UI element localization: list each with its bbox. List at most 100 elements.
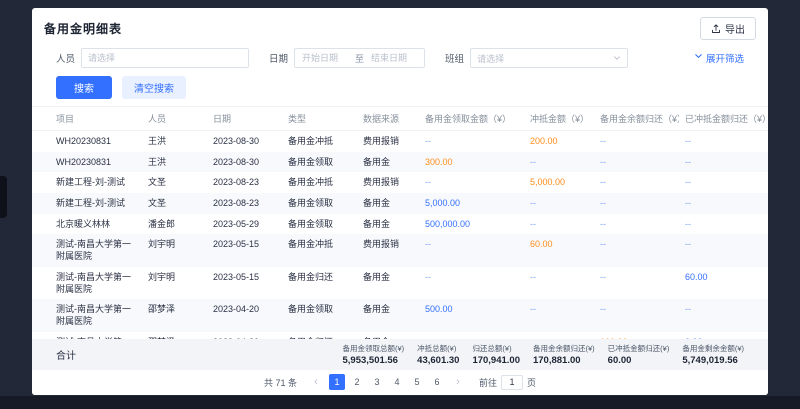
type-cell: 备用金归还: [282, 267, 357, 299]
table-row[interactable]: 新建工程-刘-测试文圣2023-08-23备用金领取备用金5,000.00---…: [32, 193, 768, 214]
date-end-input[interactable]: [368, 50, 420, 66]
source-cell: 费用报销: [357, 131, 419, 152]
person-cell: 邵梦泽: [142, 299, 207, 331]
export-button[interactable]: 导出: [700, 17, 756, 40]
amount-cell: --: [679, 193, 768, 214]
summary-item-label: 已冲抵金额归还(¥): [608, 343, 670, 354]
pagination: 共 71 条 ‹ 123456 › 前往 页: [32, 370, 768, 395]
amount-cell: 500.00: [419, 299, 524, 331]
page-button[interactable]: 1: [329, 374, 345, 390]
table-body: WH20230831王洪2023-08-30备用金冲抵费用报销--200.00-…: [32, 131, 768, 340]
summary-item: 已冲抵金额归还(¥)60.00: [608, 343, 670, 366]
type-cell: 备用金领取: [282, 152, 357, 173]
team-filter-label: 班组: [445, 51, 464, 65]
person-cell: 刘宇明: [142, 234, 207, 266]
page-button[interactable]: 6: [429, 374, 445, 390]
table-row[interactable]: WH20230831王洪2023-08-30备用金冲抵费用报销--200.00-…: [32, 131, 768, 152]
summary-item: 冲抵总额(¥)43,601.30: [417, 343, 459, 366]
amount-cell: 60.00: [524, 234, 594, 266]
source-cell: 备用金: [357, 193, 419, 214]
source-cell: 费用报销: [357, 172, 419, 193]
person-cell: 王洪: [142, 131, 207, 152]
type-cell: 备用金领取: [282, 193, 357, 214]
summary-item: 归还总额(¥)170,941.00: [472, 343, 520, 366]
search-button[interactable]: 搜索: [56, 76, 112, 99]
amount-cell: --: [419, 172, 524, 193]
column-header: 冲抵金额（¥）: [524, 107, 594, 131]
amount-cell: 0.00: [679, 332, 768, 339]
next-page-button[interactable]: ›: [450, 374, 466, 390]
amount-cell: --: [679, 234, 768, 266]
source-cell: 费用报销: [357, 234, 419, 266]
table-row[interactable]: 测试-南昌大学第一附属医院刘宇明2023-05-15备用金归还备用金------…: [32, 267, 768, 299]
date-filter-label: 日期: [269, 51, 288, 65]
prev-page-button[interactable]: ‹: [308, 374, 324, 390]
team-filter-select[interactable]: 请选择: [470, 48, 628, 68]
summary-item-label: 备用金领取总额(¥): [343, 343, 405, 354]
expand-filter-toggle[interactable]: 展开筛选: [694, 51, 744, 65]
amount-cell: --: [679, 299, 768, 331]
project-cell: 北京暖义林林: [32, 214, 142, 235]
table-row[interactable]: 北京暖义林林潘金郎2023-05-29备用金领取备用金500,000.00---…: [32, 214, 768, 235]
amount-cell: --: [419, 332, 524, 339]
column-header: 数据来源: [357, 107, 419, 131]
project-cell: 测试-南昌大学第一附属医院: [32, 267, 142, 299]
table-row[interactable]: 测试-南昌大学第一附属医院邵梦泽2023-04-20备用金归还备用金----10…: [32, 332, 768, 339]
project-cell: 测试-南昌大学第一附属医院: [32, 234, 142, 266]
date-to-label: 至: [351, 52, 368, 65]
summary-item-value: 5,953,501.56: [343, 355, 405, 366]
amount-cell: --: [594, 131, 679, 152]
page-list: 123456: [329, 374, 445, 390]
amount-cell: --: [679, 214, 768, 235]
amount-cell: --: [524, 193, 594, 214]
summary-item-value: 60.00: [608, 355, 670, 366]
amount-cell: 200.00: [524, 131, 594, 152]
team-select-placeholder: 请选择: [477, 52, 504, 65]
chevron-down-icon: [613, 49, 621, 67]
date-range-picker[interactable]: 至: [294, 48, 425, 68]
button-row: 搜索 清空搜索: [32, 71, 768, 106]
column-header: 人员: [142, 107, 207, 131]
expand-filter-icon: [694, 52, 703, 64]
page-button[interactable]: 4: [389, 374, 405, 390]
collapsed-drawer-handle[interactable]: [0, 176, 7, 218]
goto-page-suffix: 页: [527, 376, 536, 389]
petty-cash-table: 项目人员日期类型数据来源备用金领取金额（¥）冲抵金额（¥）备用金余额归还（¥）已…: [32, 106, 768, 339]
amount-cell: --: [679, 172, 768, 193]
source-cell: 备用金: [357, 267, 419, 299]
card-header: 备用金明细表 导出: [32, 8, 768, 45]
amount-cell: --: [679, 131, 768, 152]
source-cell: 备用金: [357, 214, 419, 235]
column-header: 备用金余额归还（¥）: [594, 107, 679, 131]
table-row[interactable]: 测试-南昌大学第一附属医院刘宇明2023-05-15备用金冲抵费用报销--60.…: [32, 234, 768, 266]
summary-item-label: 备用金剩余金额(¥): [682, 343, 744, 354]
person-filter-input[interactable]: [81, 48, 249, 68]
amount-cell: 500,000.00: [419, 214, 524, 235]
summary-item-value: 5,749,019.56: [682, 355, 744, 366]
amount-cell: --: [594, 214, 679, 235]
source-cell: 备用金: [357, 332, 419, 339]
amount-cell: 100.00: [594, 332, 679, 339]
clear-search-button[interactable]: 清空搜索: [122, 76, 186, 99]
table-row[interactable]: WH20230831王洪2023-08-30备用金领取备用金300.00----…: [32, 152, 768, 173]
page-button[interactable]: 2: [349, 374, 365, 390]
date-start-input[interactable]: [299, 50, 351, 66]
summary-bar: 合计 备用金领取总额(¥)5,953,501.56冲抵总额(¥)43,601.3…: [32, 339, 768, 370]
table-row[interactable]: 测试-南昌大学第一附属医院邵梦泽2023-04-20备用金领取备用金500.00…: [32, 299, 768, 331]
person-cell: 文圣: [142, 172, 207, 193]
table-row[interactable]: 新建工程-刘-测试文圣2023-08-23备用金冲抵费用报销--5,000.00…: [32, 172, 768, 193]
summary-item-label: 归还总额(¥): [472, 343, 520, 354]
summary-item: 备用金领取总额(¥)5,953,501.56: [343, 343, 405, 366]
amount-cell: --: [524, 214, 594, 235]
goto-page-input[interactable]: [501, 375, 523, 390]
page-button[interactable]: 5: [409, 374, 425, 390]
bottom-bar: [0, 396, 800, 409]
page-button[interactable]: 3: [369, 374, 385, 390]
date-cell: 2023-08-23: [207, 193, 282, 214]
summary-item-label: 备用金余额归还(¥): [533, 343, 595, 354]
type-cell: 备用金冲抵: [282, 172, 357, 193]
summary-item: 备用金余额归还(¥)170,881.00: [533, 343, 595, 366]
export-icon: [711, 24, 721, 34]
date-cell: 2023-04-20: [207, 299, 282, 331]
column-header: 已冲抵金额归还（¥）: [679, 107, 768, 131]
